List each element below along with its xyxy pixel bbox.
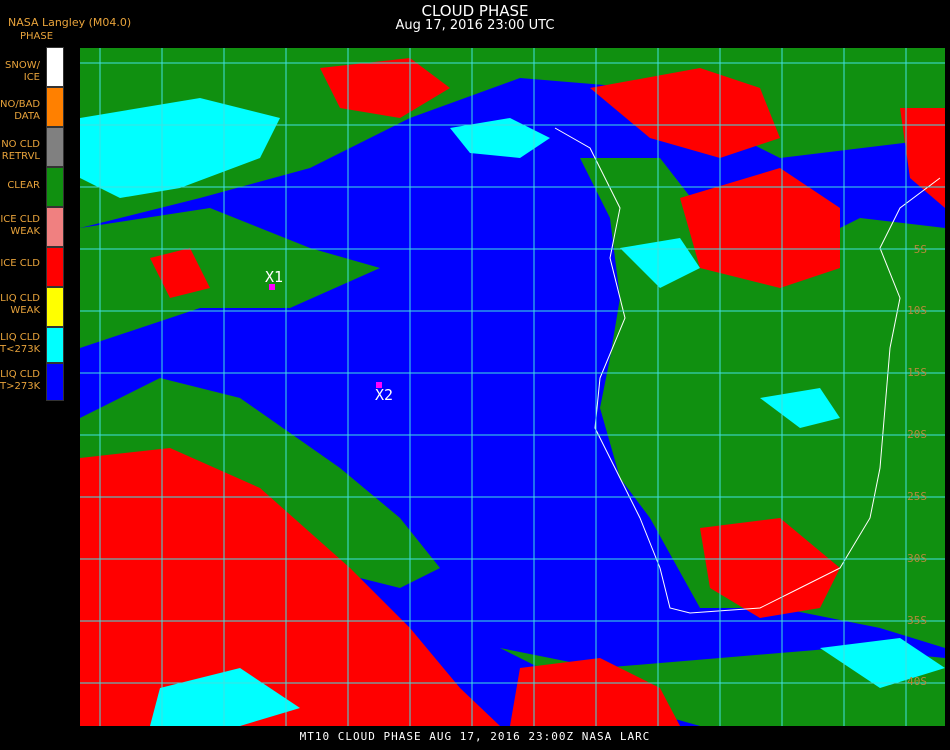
legend-swatch-ice-cld [46,247,64,287]
lat-label-15s: 15S [907,366,927,379]
legend-swatch-ice-cld-weak [46,207,64,247]
legend-label-ice-cld-weak: ICE CLD WEAK [0,214,40,237]
marker-x2-label: X2 [375,386,394,404]
lat-label-10s: 10S [907,304,927,317]
lat-label-40s: 40S [907,675,927,688]
legend-label-liq-cld-weak: LIQ CLD WEAK [0,293,40,316]
legend-swatch-no-cld-retrvl [46,127,64,167]
lat-label-20s: 20S [907,428,927,441]
legend-swatch-liq-cld-cold [46,327,64,363]
legend-swatch-no-bad-data [46,87,64,127]
footer-caption: MT10 CLOUD PHASE AUG 17, 2016 23:00Z NAS… [299,730,651,743]
map-subtitle: Aug 17, 2016 23:00 UTC [395,18,555,33]
lat-label-25s: 25S [907,490,927,503]
header: NASA Langley (M04.0) CLOUD PHASE Aug 17,… [0,0,950,40]
legend-label-no-bad-data: NO/BAD DATA [0,99,41,122]
lat-label-5s: 5S [913,243,927,256]
legend-label-no-cld-retrvl: NO CLD RETRVL [1,139,40,162]
lat-label-35s: 35S [907,614,927,627]
map-canvas [80,48,945,726]
legend-label-liq-cld-cold: LIQ CLD T<273K [0,332,41,355]
legend-label-clear: CLEAR [7,180,40,191]
legend-label-snow-ice: SNOW/ ICE [5,60,40,83]
marker-x1-label: X1 [265,268,284,286]
legend-swatch-liq-cld-weak [46,287,64,327]
legend-swatch-clear [46,167,64,207]
legend-swatch-liq-cld-warm [46,363,64,401]
legend-swatch-snow-ice [46,47,64,87]
lat-label-30s: 30S [907,552,927,565]
legend-title: PHASE [20,31,54,42]
legend-label-liq-cld-warm: LIQ CLD T>273K [0,369,41,392]
legend-label-ice-cld: ICE CLD [0,258,40,269]
cloud-phase-map: X1 X2 5S 10S 15S 20S 25S 30S 35S 40S [80,48,945,726]
